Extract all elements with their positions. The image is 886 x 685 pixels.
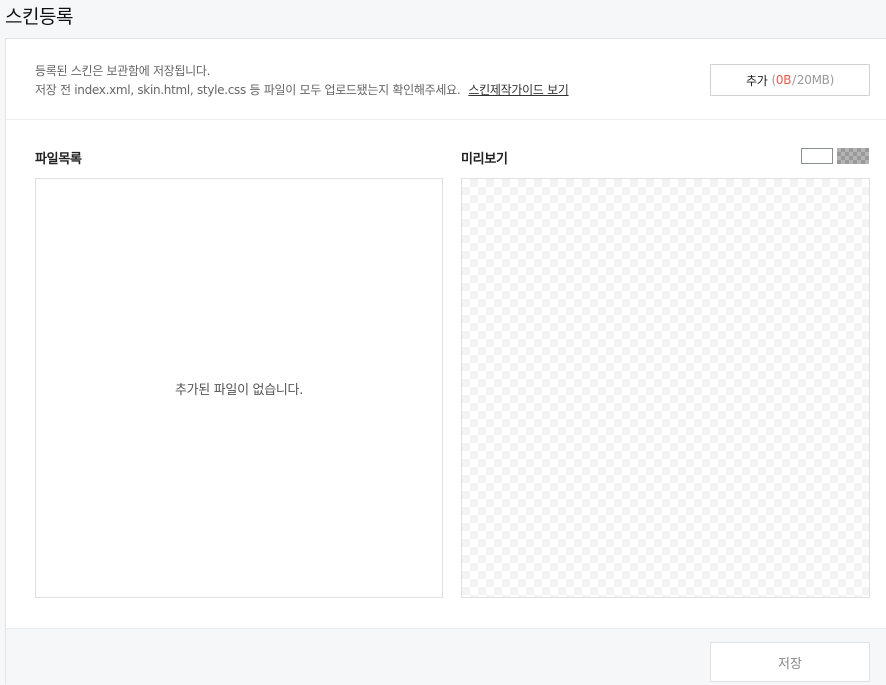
skin-register-panel: 등록된 스킨은 보관함에 저장됩니다. 저장 전 index.xml, skin… — [5, 38, 886, 685]
file-list-box: 추가된 파일이 없습니다. — [35, 178, 443, 598]
save-button[interactable]: 저장 — [710, 642, 870, 682]
preview-bg-checker-toggle[interactable] — [837, 148, 869, 164]
skin-guide-link[interactable]: 스킨제작가이드 보기 — [468, 83, 568, 97]
used-size: 0B — [775, 73, 792, 87]
info-text-upload-body: 저장 전 index.xml, skin.html, style.css 등 파… — [35, 83, 461, 97]
info-text-saved: 등록된 스킨은 보관함에 저장됩니다. — [35, 64, 211, 78]
footer-bar: 저장 — [6, 628, 886, 685]
close-paren: ) — [829, 73, 835, 87]
page-title: 스킨등록 — [5, 6, 73, 28]
preview-area — [461, 178, 870, 598]
preview-label: 미리보기 — [461, 152, 508, 167]
file-list-label: 파일목록 — [35, 152, 82, 167]
size-limit: 20MB — [796, 73, 830, 87]
info-section: 등록된 스킨은 보관함에 저장됩니다. 저장 전 index.xml, skin… — [6, 39, 886, 120]
add-button-label: 추가 — [746, 73, 768, 88]
file-list-empty-message: 추가된 파일이 없습니다. — [174, 382, 304, 398]
add-file-button[interactable]: 추가 ( 0B / 20MB ) — [710, 64, 870, 96]
info-text-upload: 저장 전 index.xml, skin.html, style.css 등 파… — [35, 81, 569, 98]
size-separator: / — [792, 73, 796, 87]
preview-bg-white-toggle[interactable] — [801, 148, 833, 164]
